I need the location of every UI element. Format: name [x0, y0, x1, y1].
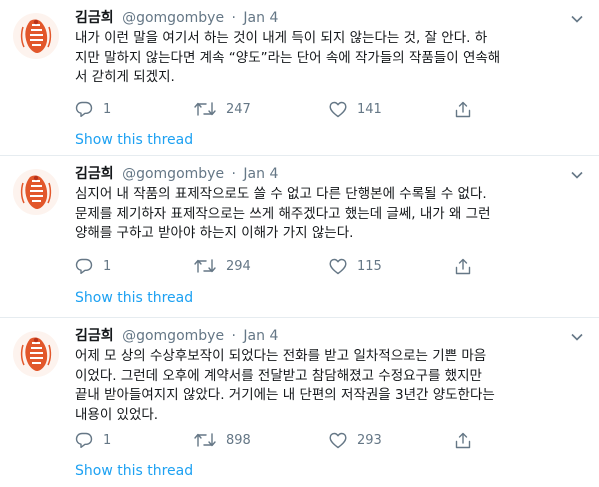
- like-button[interactable]: 115: [329, 256, 382, 276]
- reply-button[interactable]: 1: [75, 99, 111, 119]
- show-thread-link[interactable]: Show this thread: [75, 132, 193, 148]
- retweet-count: 294: [226, 258, 251, 274]
- share-button[interactable]: [455, 430, 471, 450]
- like-button[interactable]: 293: [329, 430, 382, 450]
- chevron-down-icon[interactable]: [568, 166, 586, 184]
- display-name[interactable]: 김금희: [75, 328, 114, 344]
- retweet-icon: [194, 259, 216, 273]
- tweet-header: 김금희 @gomgombye · Jan 4: [75, 9, 278, 28]
- tweet-actions: 1 294 115: [75, 256, 475, 276]
- retweet-button[interactable]: 898: [194, 430, 251, 450]
- reply-count: 1: [103, 432, 112, 448]
- reply-icon: [75, 258, 93, 274]
- retweet-icon: [194, 433, 216, 447]
- separator-dot: ·: [231, 166, 236, 182]
- reply-count: 1: [103, 258, 112, 274]
- username[interactable]: @gomgombye: [122, 10, 224, 26]
- reply-count: 1: [103, 101, 112, 117]
- retweet-icon: [194, 102, 216, 116]
- like-button[interactable]: 141: [329, 99, 382, 119]
- avatar[interactable]: [13, 13, 59, 59]
- username[interactable]: @gomgombye: [122, 166, 224, 182]
- tweet-header: 김금희 @gomgombye · Jan 4: [75, 327, 278, 346]
- retweet-button[interactable]: 294: [194, 256, 251, 276]
- display-name[interactable]: 김금희: [75, 10, 114, 26]
- reply-button[interactable]: 1: [75, 430, 111, 450]
- tweet-text: 어제 모 상의 수상후보작이 되었다는 전화를 받고 일차적으로는 기쁜 마음 …: [75, 348, 495, 423]
- timestamp[interactable]: Jan 4: [243, 328, 278, 344]
- tweet[interactable]: 김금희 @gomgombye · Jan 4 심지어 내 작품의 표제작으로도 …: [0, 156, 599, 318]
- reply-button[interactable]: 1: [75, 256, 111, 276]
- timestamp[interactable]: Jan 4: [243, 10, 278, 26]
- tweet-feed: 김금희 @gomgombye · Jan 4 내가 이런 말을 여기서 하는 것…: [0, 0, 599, 487]
- chevron-down-icon[interactable]: [568, 10, 586, 28]
- retweet-count: 898: [226, 432, 251, 448]
- retweet-button[interactable]: 247: [194, 99, 251, 119]
- chevron-down-icon[interactable]: [568, 328, 586, 346]
- tweet-text: 심지어 내 작품의 표제작으로도 쓸 수 없고 다른 단행본에 수록될 수 없다…: [75, 186, 491, 241]
- share-button[interactable]: [455, 99, 471, 119]
- tweet-text: 내가 이런 말을 여기서 하는 것이 내게 득이 되지 않는다는 것, 잘 안다…: [75, 30, 501, 85]
- avatar[interactable]: [13, 169, 59, 215]
- like-icon: [329, 101, 347, 117]
- like-icon: [329, 258, 347, 274]
- show-thread-link[interactable]: Show this thread: [75, 290, 193, 306]
- separator-dot: ·: [231, 328, 236, 344]
- share-button[interactable]: [455, 256, 471, 276]
- tweet-actions: 1 898 293: [75, 430, 475, 450]
- like-count: 293: [357, 432, 382, 448]
- tweet-actions: 1 247 141: [75, 99, 475, 119]
- share-icon: [455, 258, 471, 274]
- separator-dot: ·: [231, 10, 236, 26]
- reply-icon: [75, 101, 93, 117]
- tweet[interactable]: 김금희 @gomgombye · Jan 4 내가 이런 말을 여기서 하는 것…: [0, 0, 599, 156]
- share-icon: [455, 432, 471, 448]
- display-name[interactable]: 김금희: [75, 166, 114, 182]
- like-count: 141: [357, 101, 382, 117]
- show-thread-link[interactable]: Show this thread: [75, 463, 193, 479]
- reply-icon: [75, 432, 93, 448]
- like-icon: [329, 432, 347, 448]
- share-icon: [455, 101, 471, 117]
- avatar[interactable]: [13, 331, 59, 377]
- like-count: 115: [357, 258, 382, 274]
- username[interactable]: @gomgombye: [122, 328, 224, 344]
- timestamp[interactable]: Jan 4: [243, 166, 278, 182]
- tweet[interactable]: 김금희 @gomgombye · Jan 4 어제 모 상의 수상후보작이 되었…: [0, 318, 599, 487]
- retweet-count: 247: [226, 101, 251, 117]
- tweet-header: 김금희 @gomgombye · Jan 4: [75, 165, 278, 184]
